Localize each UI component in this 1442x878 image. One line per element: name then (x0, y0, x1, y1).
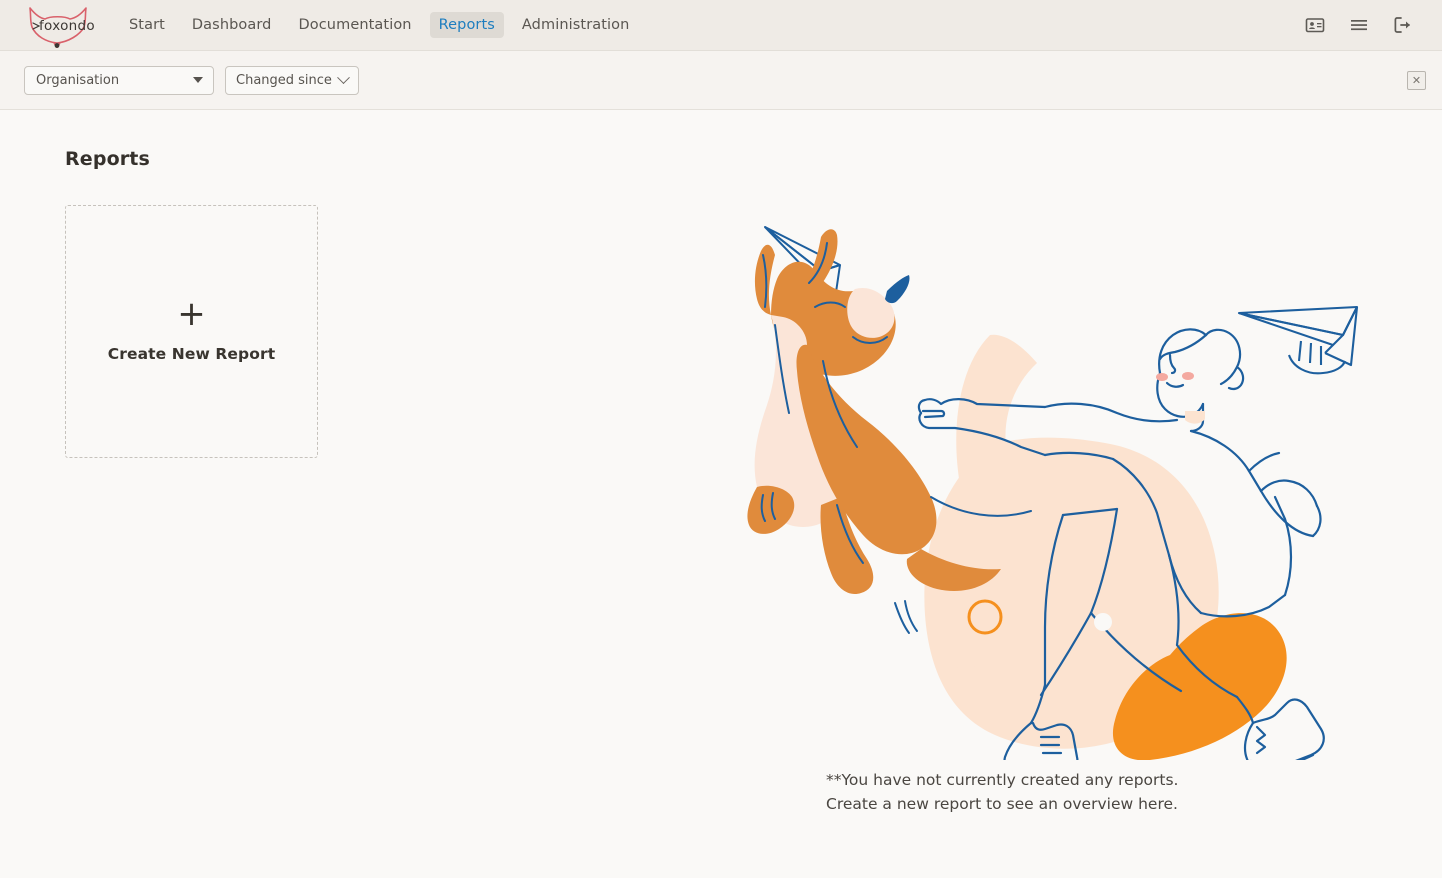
plus-icon: + (177, 293, 206, 334)
page-title: Reports (65, 148, 150, 170)
organisation-select-value: Organisation (36, 72, 120, 88)
filter-bar: Organisation Changed since ✕ (0, 51, 1442, 110)
organisation-select[interactable]: Organisation (24, 65, 214, 95)
top-navigation-bar: foxondo Start Dashboard Documentation Re… (0, 0, 1442, 51)
right-arm-holding-plane (1259, 489, 1322, 538)
empty-state-line-1: **You have not currently created any rep… (826, 771, 1179, 789)
fox-front-paw (747, 485, 795, 534)
cheek-blush-left (1156, 373, 1168, 381)
empty-state-illustration (745, 215, 1365, 773)
svg-text:foxondo: foxondo (39, 18, 95, 34)
contact-card-glyph (1305, 18, 1325, 33)
nav-item-reports[interactable]: Reports (429, 12, 504, 38)
main-content: Reports + Create New Report **You have n… (0, 110, 1442, 878)
changed-since-label: Changed since (236, 72, 332, 88)
clear-filters-button[interactable]: ✕ (1407, 70, 1426, 90)
person-throwing-paper-plane-with-fox-illustration (747, 226, 1359, 773)
nav-item-administration[interactable]: Administration (513, 12, 639, 38)
nav-item-dashboard[interactable]: Dashboard (183, 12, 281, 38)
empty-state-line-2: Create a new report to see an overview h… (826, 795, 1178, 813)
hamburger-glyph (1351, 20, 1367, 31)
cheek-blush-right (1182, 372, 1194, 380)
empty-state-message: **You have not currently created any rep… (826, 768, 1178, 816)
nav-item-start[interactable]: Start (120, 12, 174, 38)
foxondo-logo[interactable]: foxondo (22, 2, 98, 48)
held-paper-plane-icon (1237, 305, 1359, 375)
topbar-actions (1304, 14, 1428, 36)
white-dot-accent (1094, 613, 1112, 631)
nav-item-documentation[interactable]: Documentation (290, 12, 421, 38)
fox-logo-icon: foxondo (29, 7, 95, 48)
changed-since-filter[interactable]: Changed since (225, 65, 359, 95)
create-new-report-card[interactable]: + Create New Report (65, 205, 318, 458)
caret-down-icon (193, 77, 203, 83)
hamburger-menu-icon[interactable] (1348, 14, 1370, 36)
create-new-report-label: Create New Report (107, 344, 276, 363)
logout-icon[interactable] (1392, 14, 1414, 36)
fox-back-paw-line-2 (904, 600, 918, 632)
fox-nose (885, 275, 910, 304)
logout-glyph (1394, 17, 1410, 33)
chevron-down-icon (337, 70, 350, 84)
main-nav: Start Dashboard Documentation Reports Ad… (120, 12, 638, 38)
contact-card-icon[interactable] (1304, 14, 1326, 36)
